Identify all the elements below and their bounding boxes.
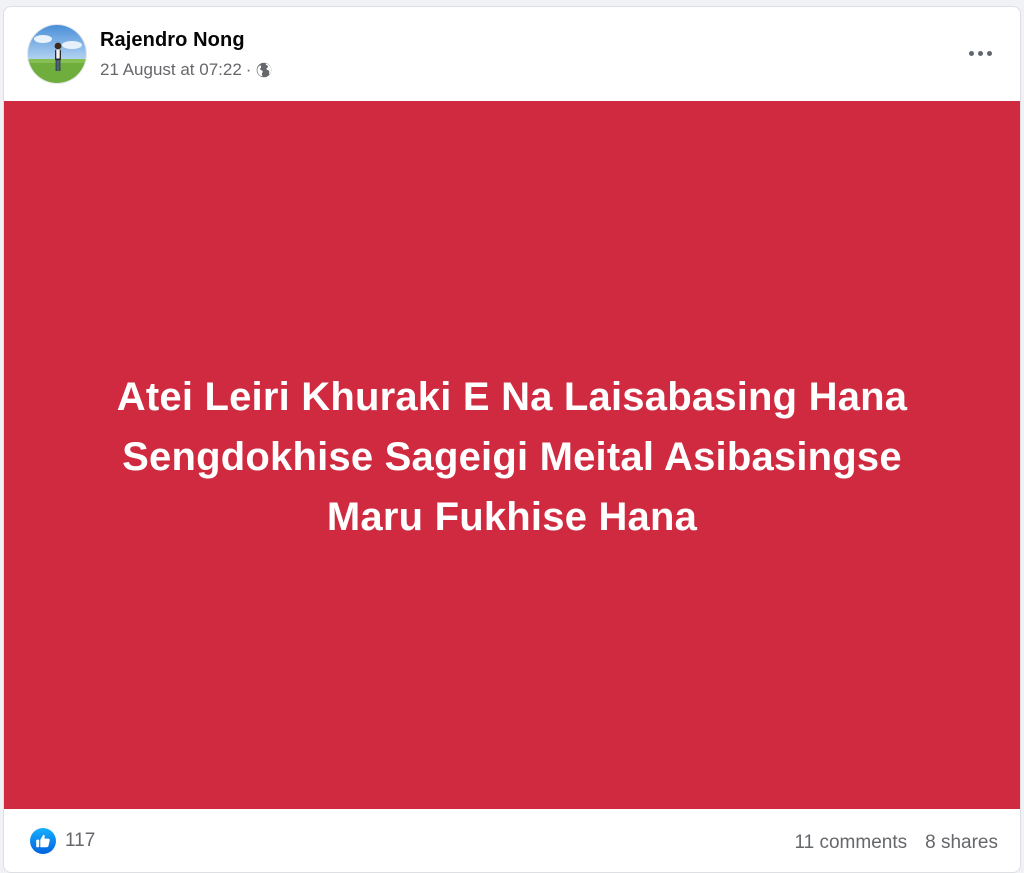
more-options-button[interactable] (962, 35, 998, 71)
comments-count-link[interactable]: 11 comments (794, 832, 907, 854)
post-text-line: Maru Fukhise Hana (326, 495, 698, 539)
like-icon (30, 828, 56, 854)
post-text-line: Sengdokhise Sageigi Meital Asibasingse (122, 435, 902, 479)
author-avatar[interactable] (27, 24, 87, 84)
post-text: Atei Leiri Khuraki E Na Laisabasing Hana… (72, 367, 952, 547)
post-meta: 21 August at 07:22 · (100, 60, 272, 80)
engagement-stats: 11 comments 8 shares (794, 832, 998, 854)
post-header: Rajendro Nong 21 August at 07:22 · (4, 7, 1020, 101)
post-text-banner: Atei Leiri Khuraki E Na Laisabasing Hana… (4, 101, 1020, 809)
post-footer: 117 11 comments 8 shares (4, 809, 1020, 872)
post-text-line: Atei Leiri Khuraki E Na Laisabasing Hana (116, 375, 908, 419)
more-options-icon (968, 50, 992, 56)
post-timestamp[interactable]: 21 August at 07:22 (100, 60, 242, 80)
globe-icon[interactable] (256, 62, 272, 78)
shares-count-link[interactable]: 8 shares (925, 832, 998, 854)
author-name[interactable]: Rajendro Nong (100, 29, 245, 52)
reaction-count: 117 (65, 830, 96, 851)
meta-separator: · (245, 60, 252, 79)
post-card: Rajendro Nong 21 August at 07:22 · Atei … (3, 6, 1021, 873)
avatar-photo (28, 25, 86, 83)
reactions-summary[interactable]: 117 (30, 828, 95, 854)
